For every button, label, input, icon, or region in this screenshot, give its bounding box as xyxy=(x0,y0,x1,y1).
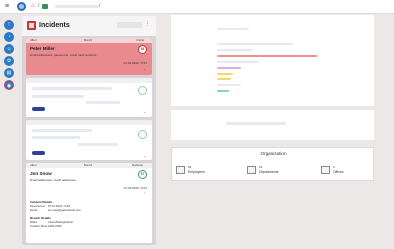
col-branch: Branch xyxy=(84,164,93,167)
placeholder-bar xyxy=(32,95,84,98)
placeholder-bar xyxy=(32,129,92,132)
incident-card-expanded[interactable]: Affect Branch Moderate Jon Snow Email ad… xyxy=(26,163,152,243)
incident-email: Email addresses, credit addresses xyxy=(30,178,76,182)
status-pill xyxy=(32,107,45,111)
employees-label: Employees xyxy=(188,170,205,174)
incident-name: Jon Snow xyxy=(30,171,52,176)
incident-date: 01.03.2022 / 9:01 xyxy=(123,186,147,190)
incidents-header: Incidents ⋮ xyxy=(22,16,156,36)
score-badge xyxy=(138,130,147,139)
employees-count: 54 xyxy=(188,165,192,169)
col-branch: Branch xyxy=(84,39,93,42)
status-pill xyxy=(32,151,45,155)
summary-card xyxy=(171,110,374,140)
breadcrumb-separator-2: / xyxy=(99,3,101,9)
placeholder-bar xyxy=(86,101,120,104)
departments-count: 15 xyxy=(259,165,263,169)
organization-title: Organization xyxy=(260,151,287,156)
org-employees[interactable]: 54 Employees xyxy=(176,165,236,178)
chevron-down-icon[interactable]: ⌄ xyxy=(143,67,146,71)
placeholder-line xyxy=(217,49,253,51)
email-label: Email xyxy=(30,208,37,212)
incidents-filter[interactable] xyxy=(117,22,142,28)
col-severity: Critical xyxy=(136,39,144,42)
card-header: Affect Branch Moderate xyxy=(26,163,152,168)
people-icon[interactable]: ☺ xyxy=(4,44,14,54)
incident-sizes-label: Incident Sizes xyxy=(30,224,48,228)
document-icon[interactable]: ▤ xyxy=(4,68,14,78)
chevron-down-icon[interactable]: ⌄ xyxy=(143,154,146,158)
incidents-panel: Incidents ⋮ Affect Branch Critical Peter… xyxy=(22,16,156,245)
settings-icon[interactable]: ⚙ xyxy=(4,56,14,66)
highlight-line-pink xyxy=(217,67,241,69)
placeholder-line xyxy=(217,61,259,63)
incident-icon[interactable]: ◉ xyxy=(4,80,14,90)
breadcrumb-user-icon[interactable] xyxy=(42,4,48,9)
card-header xyxy=(26,120,152,125)
placeholder-line xyxy=(217,84,241,86)
chart-icon[interactable]: ◔ xyxy=(4,32,14,42)
placeholder-line xyxy=(226,122,286,125)
offices-label: Offices xyxy=(333,170,344,174)
col-affect: Affect xyxy=(30,39,37,42)
placeholder-bar xyxy=(32,136,80,139)
chevron-down-icon[interactable]: ⌄ xyxy=(143,110,146,114)
departments-icon xyxy=(247,166,256,174)
placeholder-line xyxy=(217,43,293,45)
breadcrumb-separator: / xyxy=(38,3,40,9)
organization-card: Organization 54 Employees 15 Departments… xyxy=(171,147,374,181)
incidents-menu-icon[interactable]: ⋮ xyxy=(145,21,150,28)
incident-card[interactable]: ⌄ xyxy=(26,78,152,117)
score-badge: 57 xyxy=(138,170,147,179)
home-icon[interactable]: ⌂ xyxy=(31,3,37,9)
incident-email: Email addresses, passwords, credit card … xyxy=(30,53,97,57)
card-header xyxy=(26,78,152,83)
side-rail: ! ◔ ☺ ⚙ ▤ ◉ xyxy=(0,14,18,249)
incident-date: 01.03.2022 / 9:51 xyxy=(123,61,147,65)
highlight-line-yellow xyxy=(217,78,231,80)
logo-icon[interactable] xyxy=(17,2,26,11)
placeholder-bar xyxy=(78,143,118,146)
offices-count: 3 xyxy=(333,165,335,169)
incident-sizes-value: 1000-2000 xyxy=(48,224,62,228)
hamburger-icon[interactable]: ≡ xyxy=(5,3,12,10)
employees-icon xyxy=(176,166,185,174)
document-preview xyxy=(171,15,374,106)
col-severity: Moderate xyxy=(132,164,143,167)
highlight-line-teal xyxy=(217,90,229,92)
top-bar: ≡ ⌂ / / xyxy=(0,0,394,14)
highlight-line-red xyxy=(217,55,317,57)
placeholder-line xyxy=(217,28,249,30)
chevron-up-icon[interactable]: ⌃ xyxy=(143,192,146,196)
breadcrumb-path[interactable] xyxy=(55,5,99,8)
incident-card[interactable]: ⌄ xyxy=(26,120,152,160)
incident-name: Peter Miller xyxy=(30,46,55,51)
score-badge xyxy=(138,86,147,95)
incident-card[interactable]: Affect Branch Critical Peter Miller Emai… xyxy=(26,38,152,75)
offices-icon xyxy=(321,166,330,174)
card-header: Affect Branch Critical xyxy=(26,38,152,43)
alert-icon[interactable]: ! xyxy=(4,20,14,30)
incidents-title: Incidents xyxy=(39,22,70,29)
score-badge: 84 xyxy=(138,45,147,54)
email-value: jon.snow@gamebook.com xyxy=(48,208,81,212)
col-affect: Affect xyxy=(30,164,37,167)
org-departments[interactable]: 15 Departments xyxy=(247,165,307,178)
placeholder-bar xyxy=(32,87,112,90)
incidents-icon xyxy=(27,21,36,30)
org-offices[interactable]: 3 Offices xyxy=(321,165,371,178)
highlight-line-yellow xyxy=(217,73,233,75)
departments-label: Departments xyxy=(259,170,279,174)
